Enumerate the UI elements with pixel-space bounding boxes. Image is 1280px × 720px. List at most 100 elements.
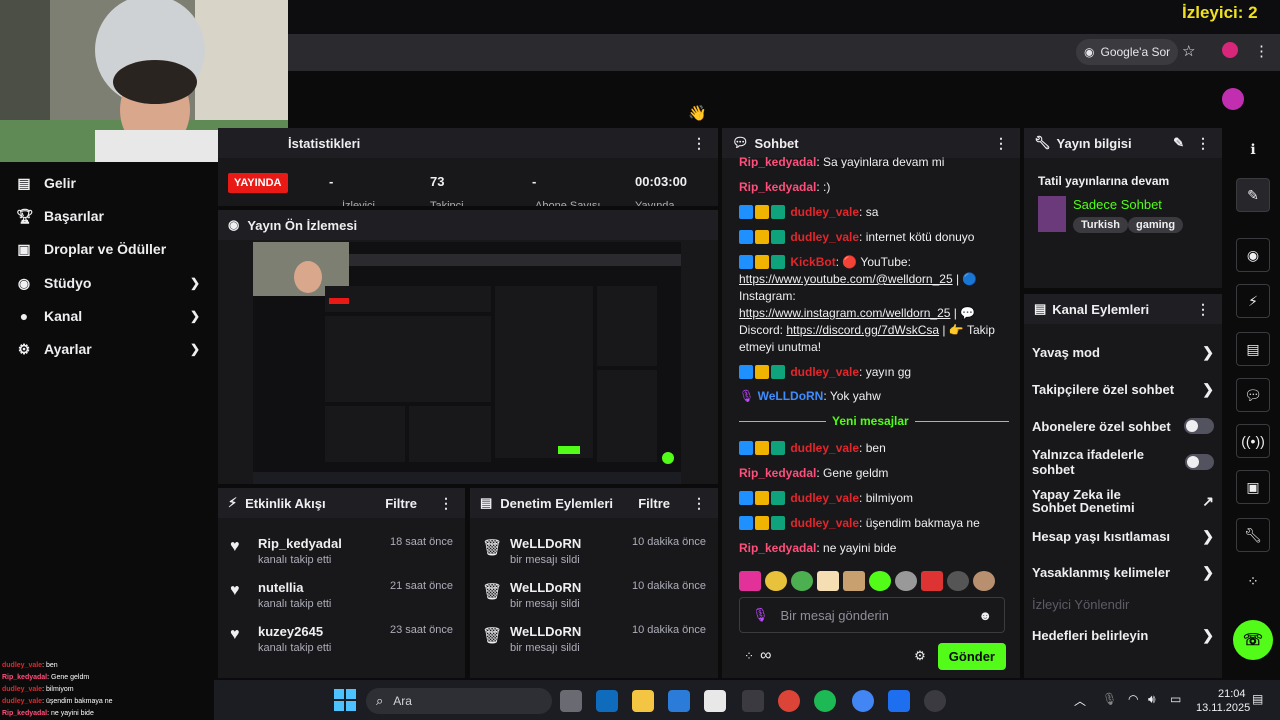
action-set-goals[interactable]: Hedefleri belirleyin ❯: [1032, 620, 1214, 650]
follower-name[interactable]: nutellia: [258, 580, 390, 595]
kebab-icon[interactable]: ⋮: [690, 495, 708, 512]
subscribers-only-toggle[interactable]: [1184, 418, 1214, 434]
kebab-icon[interactable]: ⋮: [992, 135, 1010, 152]
action-banned-words[interactable]: Yasaklanmış kelimeler ❯: [1032, 557, 1214, 587]
kebab-icon[interactable]: ⋮: [690, 135, 708, 152]
chrome-icon[interactable]: [778, 690, 800, 712]
follower-name[interactable]: Rip_kedyadal: [258, 536, 390, 551]
emote-icon[interactable]: [791, 571, 813, 591]
moderation-filter-button[interactable]: Filtre: [638, 496, 670, 511]
chat-username[interactable]: Rip_kedyadal: [739, 466, 816, 480]
chat-username[interactable]: dudley_vale: [790, 516, 859, 530]
sidebar-item-basarilar[interactable]: 🏆︎ Başarılar: [16, 204, 200, 228]
moderator-name[interactable]: WeLLDoRN: [510, 624, 632, 639]
moderator-name[interactable]: WeLLDoRN: [510, 536, 632, 551]
moderator-name[interactable]: WeLLDoRN: [510, 580, 632, 595]
edit-icon[interactable]: ✎: [1236, 178, 1270, 212]
tag[interactable]: gaming: [1128, 217, 1184, 233]
spotify-icon[interactable]: [814, 690, 836, 712]
profile-avatar[interactable]: [1222, 88, 1244, 110]
emoji-icon[interactable]: ☻: [978, 608, 992, 623]
action-subscribers-only[interactable]: Abonelere özel sohbet: [1032, 411, 1214, 441]
extension-icon[interactable]: [1222, 42, 1238, 58]
pencil-icon[interactable]: ✎: [1173, 135, 1184, 151]
obs-icon[interactable]: [924, 690, 946, 712]
store-icon[interactable]: [704, 690, 726, 712]
sidebar-item-kanal[interactable]: ● Kanal ❯: [16, 304, 200, 328]
category-thumbnail[interactable]: [1038, 196, 1066, 232]
discord-link[interactable]: https://discord.gg/7dWskCsa: [786, 323, 939, 337]
chat-username[interactable]: Rip_kedyadal: [739, 155, 816, 168]
tray-chevron-icon[interactable]: ︿: [1074, 692, 1086, 709]
emote-icon[interactable]: [895, 571, 917, 591]
send-button[interactable]: Gönder: [937, 642, 1006, 670]
action-account-age[interactable]: Hesap yaşı kısıtlaması ❯: [1032, 521, 1214, 551]
sidebar-item-ayarlar[interactable]: ⚙ Ayarlar ❯: [16, 337, 200, 361]
volume-icon[interactable]: 🔊︎: [1148, 692, 1156, 707]
emote-icon[interactable]: [817, 571, 839, 591]
chat-username[interactable]: dudley_vale: [790, 491, 859, 505]
bookmark-star-icon[interactable]: ☆: [1182, 42, 1195, 60]
activity-filter-button[interactable]: Filtre: [385, 496, 417, 511]
vscode-icon[interactable]: [668, 690, 690, 712]
outlook-icon[interactable]: [596, 690, 618, 712]
chat-username[interactable]: dudley_vale: [790, 205, 859, 219]
category-name[interactable]: Sadece Sohbet: [1073, 197, 1162, 212]
broadcast-icon[interactable]: ((•)): [1236, 424, 1270, 458]
browser-menu-icon[interactable]: ⋮: [1254, 42, 1269, 60]
action-emote-only[interactable]: Yalnızca ifadelerle sohbet: [1032, 447, 1214, 477]
chat-username[interactable]: dudley_vale: [790, 230, 859, 244]
taskbar-search[interactable]: ⌕ Ara: [366, 688, 552, 714]
app-icon-2[interactable]: [888, 690, 910, 712]
action-slow-mode[interactable]: Yavaş mod ❯: [1032, 337, 1214, 367]
preview-video[interactable]: [253, 242, 681, 484]
emote-icon[interactable]: [973, 571, 995, 591]
chat-username[interactable]: Rip_kedyadal: [739, 541, 816, 555]
file-explorer-icon[interactable]: [632, 690, 654, 712]
follower-name[interactable]: kuzey2645: [258, 624, 390, 639]
chat-username[interactable]: WeLLDoRN: [758, 389, 824, 403]
wrench-icon[interactable]: 🔧︎: [1236, 518, 1270, 552]
sidebar-item-droplar[interactable]: ▣ Droplar ve Ödüller: [16, 237, 200, 261]
emote-icon[interactable]: [765, 571, 787, 591]
chat-input[interactable]: Bir mesaj gönderin: [781, 608, 889, 623]
chrome-profile-icon[interactable]: [852, 690, 874, 712]
sidebar-item-gelir[interactable]: ▤ Gelir: [16, 171, 200, 195]
kebab-icon[interactable]: ⋮: [1194, 301, 1212, 318]
chat-username[interactable]: KickBot: [790, 255, 835, 269]
notes-icon[interactable]: ▤: [1236, 332, 1270, 366]
notification-icon[interactable]: ▤: [1252, 692, 1263, 706]
support-button[interactable]: ☏: [1233, 620, 1273, 660]
layout-icon[interactable]: ▣: [1236, 470, 1270, 504]
clock-date[interactable]: 13.11.2025: [1196, 702, 1250, 714]
emote-icon[interactable]: [843, 571, 865, 591]
battery-icon[interactable]: ▭: [1170, 692, 1181, 706]
tag[interactable]: Turkish: [1073, 217, 1128, 233]
dots-icon[interactable]: ⁘: [744, 649, 754, 663]
task-view-icon[interactable]: [560, 690, 582, 712]
mic-tray-icon[interactable]: 🎙︎: [1102, 692, 1117, 706]
bolt-icon[interactable]: ⚡︎: [1236, 284, 1270, 318]
emote-icon[interactable]: [947, 571, 969, 591]
instagram-link[interactable]: https://www.instagram.com/welldorn_25: [739, 306, 950, 320]
chat-username[interactable]: Rip_kedyadal: [739, 180, 816, 194]
action-followers-only[interactable]: Takipçilere özel sohbet ❯: [1032, 374, 1214, 404]
action-ai-moderation[interactable]: Yapay Zeka ile Sohbet Denetimi ↗: [1032, 484, 1214, 518]
clock-time[interactable]: 21:04: [1218, 688, 1246, 700]
emote-icon[interactable]: [869, 571, 891, 591]
emote-icon[interactable]: [739, 571, 761, 591]
emote-icon[interactable]: [921, 571, 943, 591]
youtube-link[interactable]: https://www.youtube.com/@welldorn_25: [739, 272, 953, 286]
emote-only-toggle[interactable]: [1185, 454, 1214, 470]
chat-input-box[interactable]: 🎙︎ Bir mesaj gönderin ☻: [739, 597, 1005, 633]
record-icon[interactable]: ◉: [1236, 238, 1270, 272]
kebab-icon[interactable]: ⋮: [437, 495, 455, 512]
chat-icon[interactable]: 💬︎: [1236, 378, 1270, 412]
chat-username[interactable]: dudley_vale: [790, 441, 859, 455]
apps-icon[interactable]: ⁘: [1236, 564, 1270, 598]
wifi-icon[interactable]: ◠: [1128, 692, 1138, 706]
windows-start-icon[interactable]: [334, 689, 356, 711]
kebab-icon[interactable]: ⋮: [1194, 135, 1212, 152]
sidebar-item-studyo[interactable]: ◉ Stüdyo ❯: [16, 271, 200, 295]
info-icon[interactable]: ℹ: [1236, 132, 1270, 166]
